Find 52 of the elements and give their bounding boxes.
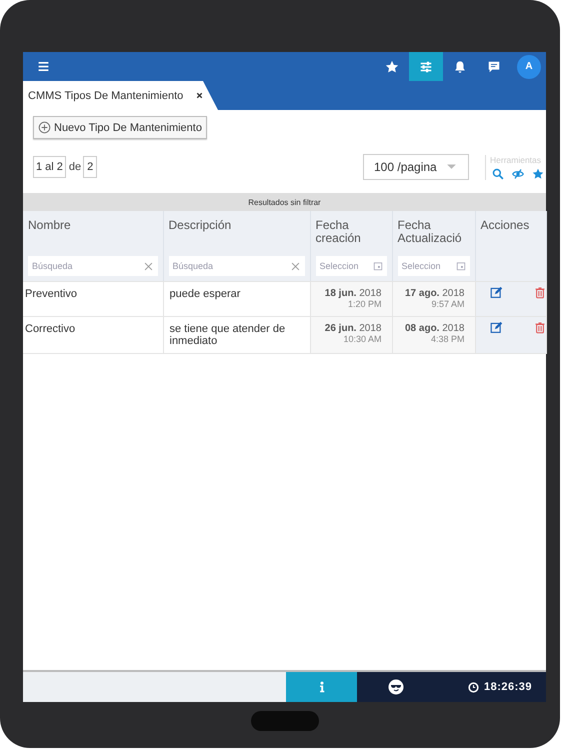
menu-icon — [37, 60, 50, 73]
date-time-text: 08 ago. 2018 4:38 PM — [404, 323, 466, 345]
chat-icon — [487, 60, 501, 74]
pagination-text: de — [68, 161, 82, 173]
user-avatar[interactable]: A — [517, 54, 541, 78]
date-time-text: 17 ago. 2018 9:57 AM — [404, 288, 466, 310]
toolbar-button[interactable] — [409, 52, 443, 81]
search-icon — [492, 168, 504, 180]
document-tab[interactable]: CMMS Tipos De Mantenimiento — [23, 81, 218, 110]
page-range: 1 al 2 — [33, 156, 66, 178]
column-header: Descripción — [168, 219, 232, 232]
close-icon — [195, 91, 204, 100]
status-button[interactable] — [388, 679, 404, 695]
search-field[interactable]: Búsqueda — [168, 256, 304, 276]
edit-icon — [490, 286, 502, 299]
calendar-icon — [372, 261, 382, 271]
calendar-icon — [456, 261, 466, 271]
date-field[interactable]: Seleccion — [316, 256, 386, 276]
delete-button[interactable] — [534, 321, 546, 334]
filter-banner: Resultados sin filtrar — [23, 193, 546, 211]
page-size-select[interactable]: 100 /pagina — [363, 154, 469, 180]
date-time-text: 26 jun. 2018 10:30 AM — [324, 323, 382, 345]
table-cell: Correctivo — [25, 323, 76, 335]
trash-icon — [534, 286, 546, 299]
edit-button[interactable] — [490, 321, 502, 334]
trash-icon — [534, 321, 546, 334]
column-header: Nombre — [28, 219, 72, 232]
table-cell: Preventivo — [25, 288, 77, 300]
clock-icon — [468, 682, 479, 692]
star-icon — [532, 168, 544, 180]
plus-circle-icon — [38, 121, 51, 134]
star-icon — [385, 60, 399, 74]
date-field[interactable]: Seleccion — [398, 256, 470, 276]
clock-time: 18:26:39 — [484, 681, 532, 693]
sunglasses-face-icon — [388, 679, 404, 695]
bell-icon — [453, 60, 467, 74]
table-cell: puede esperar — [170, 288, 240, 300]
sliders-icon — [419, 60, 433, 74]
clear-icon — [142, 260, 154, 272]
page-total: 2 — [83, 156, 98, 178]
edit-icon — [490, 321, 502, 334]
new-type-button[interactable]: Nuevo Tipo De Mantenimiento — [33, 116, 207, 139]
column-header: Fecha Actualizació — [398, 219, 463, 245]
clear-icon — [290, 260, 300, 272]
eye-slash-icon — [512, 168, 524, 180]
delete-button[interactable] — [534, 286, 546, 299]
edit-button[interactable] — [490, 286, 502, 299]
column-header: Fecha creación — [316, 219, 362, 245]
search-field[interactable]: Búsqueda — [28, 256, 158, 276]
table-cell: se tiene que atender de inmediato — [170, 323, 286, 347]
column-header: Acciones — [480, 219, 530, 232]
date-time-text: 18 jun. 2018 1:20 PM — [324, 288, 382, 310]
